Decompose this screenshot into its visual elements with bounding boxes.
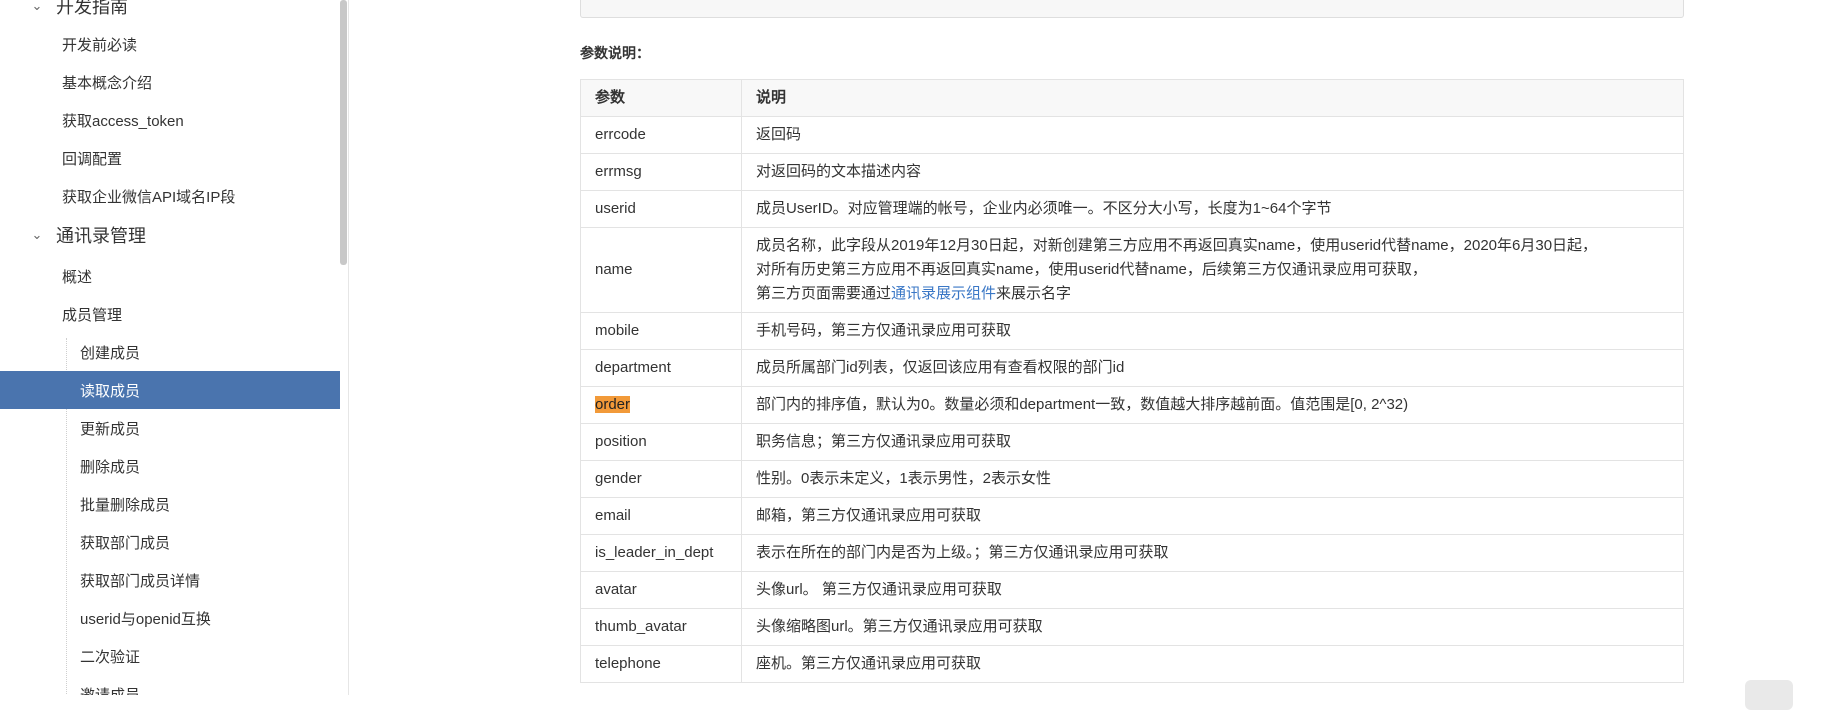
sidebar-item-label: 批量删除成员 <box>80 496 171 514</box>
desc-text: 第三方页面需要通过 <box>756 285 892 302</box>
param-name: gender <box>580 460 742 498</box>
param-desc: 成员UserID。对应管理端的帐号，企业内必须唯一。不区分大小写，长度为1~64… <box>741 190 1684 228</box>
table-row: userid 成员UserID。对应管理端的帐号，企业内必须唯一。不区分大小写，… <box>580 190 1684 228</box>
table-row: errmsg 对返回码的文本描述内容 <box>580 153 1684 191</box>
nav-section-label: 通讯录管理 <box>56 226 146 246</box>
sidebar-item-label: 删除成员 <box>80 458 141 476</box>
param-name: thumb_avatar <box>580 608 742 646</box>
param-desc: 座机。第三方仅通讯录应用可获取 <box>741 645 1684 683</box>
sidebar-item-delete-member[interactable]: 删除成员 <box>0 447 340 485</box>
sidebar-item-label: 创建成员 <box>80 344 141 362</box>
sidebar-nav: ⌄ 开发指南 开发前必读 基本概念介绍 获取access_token 回调配置 … <box>0 0 349 695</box>
param-name: avatar <box>580 571 742 609</box>
sidebar-item-api-ip[interactable]: 获取企业微信API域名IP段 <box>0 177 340 215</box>
param-desc: 对返回码的文本描述内容 <box>741 153 1684 191</box>
search-highlight: order <box>595 396 631 413</box>
sidebar-item-label: 成员管理 <box>62 306 123 324</box>
sidebar-item-label: 获取部门成员详情 <box>80 572 201 590</box>
sidebar-item-dev-prereq[interactable]: 开发前必读 <box>0 25 340 63</box>
param-desc: 成员所属部门id列表，仅返回该应用有查看权限的部门id <box>741 349 1684 387</box>
param-name: department <box>580 349 742 387</box>
param-desc: 性别。0表示未定义，1表示男性，2表示女性 <box>741 460 1684 498</box>
param-desc: 邮箱，第三方仅通讯录应用可获取 <box>741 497 1684 535</box>
sidebar-item-label: userid与openid互换 <box>80 610 211 628</box>
sidebar-item-label: 邀请成员 <box>80 686 141 696</box>
desc-line: 成员名称，此字段从2019年12月30日起，对新创建第三方应用不再返回真实nam… <box>756 237 1598 254</box>
sidebar-item-dept-members[interactable]: 获取部门成员 <box>0 523 340 561</box>
sidebar-item-label: 获取部门成员 <box>80 534 171 552</box>
sidebar-item-create-member[interactable]: 创建成员 <box>0 333 340 371</box>
param-desc: 头像缩略图url。第三方仅通讯录应用可获取 <box>741 608 1684 646</box>
sidebar-item-label: 更新成员 <box>80 420 141 438</box>
param-desc: 职务信息；第三方仅通讯录应用可获取 <box>741 423 1684 461</box>
code-block <box>580 0 1684 18</box>
param-name: name <box>580 227 742 313</box>
sidebar-item-label: 获取企业微信API域名IP段 <box>62 188 236 206</box>
param-desc: 头像url。 第三方仅通讯录应用可获取 <box>741 571 1684 609</box>
param-name: order <box>580 386 742 424</box>
sidebar-item-label: 基本概念介绍 <box>62 74 153 92</box>
nav-section-contacts[interactable]: ⌄ 通讯录管理 <box>0 217 340 253</box>
sidebar-item-batch-delete[interactable]: 批量删除成员 <box>0 485 340 523</box>
param-desc: 返回码 <box>741 116 1684 154</box>
table-row: name 成员名称，此字段从2019年12月30日起，对新创建第三方应用不再返回… <box>580 227 1684 313</box>
table-row: mobile 手机号码，第三方仅通讯录应用可获取 <box>580 312 1684 350</box>
param-desc: 手机号码，第三方仅通讯录应用可获取 <box>741 312 1684 350</box>
params-title: 参数说明： <box>580 45 650 61</box>
sidebar-item-read-member[interactable]: 读取成员 <box>0 371 340 409</box>
param-name: position <box>580 423 742 461</box>
table-row: thumb_avatar 头像缩略图url。第三方仅通讯录应用可获取 <box>580 608 1684 646</box>
table-row: email 邮箱，第三方仅通讯录应用可获取 <box>580 497 1684 535</box>
table-row: telephone 座机。第三方仅通讯录应用可获取 <box>580 645 1684 683</box>
sidebar-item-label: 回调配置 <box>62 150 123 168</box>
table-row: department 成员所属部门id列表，仅返回该应用有查看权限的部门id <box>580 349 1684 387</box>
sidebar-item-label: 获取access_token <box>62 112 184 130</box>
nav-section-label: 开发指南 <box>56 0 128 17</box>
column-header-param: 参数 <box>580 79 742 117</box>
param-desc: 部门内的排序值，默认为0。数量必须和department一致，数值越大排序越前面… <box>741 386 1684 424</box>
table-row: position 职务信息；第三方仅通讯录应用可获取 <box>580 423 1684 461</box>
sidebar-item-basic-concepts[interactable]: 基本概念介绍 <box>0 63 340 101</box>
table-row: order 部门内的排序值，默认为0。数量必须和department一致，数值越… <box>580 386 1684 424</box>
desc-line: 对所有历史第三方应用不再返回真实name，使用userid代替name，后续第三… <box>756 261 1427 278</box>
sidebar-item-member-management[interactable]: 成员管理 <box>0 295 340 333</box>
floating-action-button[interactable] <box>1745 680 1793 710</box>
table-row: gender 性别。0表示未定义，1表示男性，2表示女性 <box>580 460 1684 498</box>
sidebar-item-update-member[interactable]: 更新成员 <box>0 409 340 447</box>
sidebar-scrollbar[interactable] <box>340 0 347 265</box>
chevron-down-icon[interactable]: ⌄ <box>26 227 48 243</box>
sidebar-item-userid-openid[interactable]: userid与openid互换 <box>0 599 340 637</box>
sidebar-item-access-token[interactable]: 获取access_token <box>0 101 340 139</box>
param-name: telephone <box>580 645 742 683</box>
desc-line: 第三方页面需要通过通讯录展示组件来展示名字 <box>756 282 1669 306</box>
column-header-desc: 说明 <box>741 79 1684 117</box>
table-header-row: 参数 说明 <box>580 79 1684 117</box>
sidebar-item-label: 二次验证 <box>80 648 141 666</box>
sidebar-item-label: 概述 <box>62 268 93 286</box>
desc-text: 来展示名字 <box>996 285 1072 302</box>
sidebar-item-2fa[interactable]: 二次验证 <box>0 637 340 675</box>
sidebar-item-dept-members-detail[interactable]: 获取部门成员详情 <box>0 561 340 599</box>
param-name: userid <box>580 190 742 228</box>
param-name: email <box>580 497 742 535</box>
table-row: avatar 头像url。 第三方仅通讯录应用可获取 <box>580 571 1684 609</box>
param-desc: 表示在所在的部门内是否为上级。；第三方仅通讯录应用可获取 <box>741 534 1684 572</box>
chevron-down-icon[interactable]: ⌄ <box>26 0 48 14</box>
table-row: is_leader_in_dept 表示在所在的部门内是否为上级。；第三方仅通讯… <box>580 534 1684 572</box>
sidebar-item-overview[interactable]: 概述 <box>0 257 340 295</box>
sidebar-item-label: 读取成员 <box>80 382 141 400</box>
params-table: 参数 说明 errcode 返回码 errmsg 对返回码的文本描述内容 use… <box>580 79 1684 683</box>
contacts-component-link[interactable]: 通讯录展示组件 <box>891 285 996 302</box>
param-name: is_leader_in_dept <box>580 534 742 572</box>
param-name: errmsg <box>580 153 742 191</box>
param-desc: 成员名称，此字段从2019年12月30日起，对新创建第三方应用不再返回真实nam… <box>741 227 1684 313</box>
sidebar-item-invite[interactable]: 邀请成员 <box>0 675 340 696</box>
sidebar-item-callback-config[interactable]: 回调配置 <box>0 139 340 177</box>
table-row: errcode 返回码 <box>580 116 1684 154</box>
nav-section-dev-guide[interactable]: ⌄ 开发指南 <box>0 0 340 24</box>
param-name: errcode <box>580 116 742 154</box>
param-name: mobile <box>580 312 742 350</box>
sidebar-item-label: 开发前必读 <box>62 36 138 54</box>
